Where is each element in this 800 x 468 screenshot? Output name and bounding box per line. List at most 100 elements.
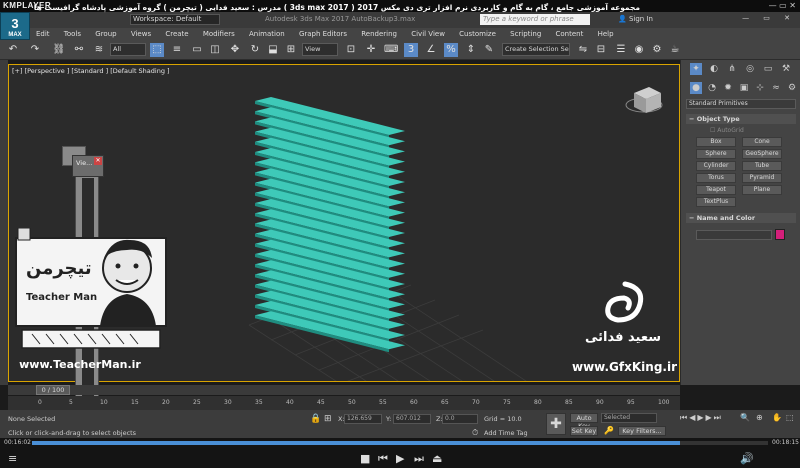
render-icon[interactable]: ☕ bbox=[668, 43, 682, 57]
viewport-label-menu[interactable]: [+] [Perspective ] [Standard ] [Default … bbox=[12, 67, 170, 75]
named-selection-sets-dropdown[interactable]: Create Selection Se bbox=[502, 43, 570, 56]
link-icon[interactable]: ⛓ bbox=[52, 43, 66, 57]
player-volume-icon[interactable]: 🔊 bbox=[740, 452, 754, 465]
menu-civil-view[interactable]: Civil View bbox=[405, 28, 451, 40]
layer-explorer-icon[interactable]: ☰ bbox=[614, 43, 628, 57]
create-tab-icon[interactable]: ✦ bbox=[690, 63, 702, 75]
select-by-name-icon[interactable]: ≡ bbox=[170, 43, 184, 57]
add-time-tag-button[interactable]: Add Time Tag bbox=[484, 429, 528, 437]
z-coordinate-field[interactable]: 0.0 bbox=[442, 414, 478, 424]
close-icon[interactable]: ✕ bbox=[94, 157, 102, 165]
cylinder-button[interactable]: Cylinder bbox=[696, 161, 736, 171]
auto-key-button[interactable]: Auto Key bbox=[570, 413, 598, 430]
scale-icon[interactable]: ⬓ bbox=[266, 43, 280, 57]
zoom-all-icon[interactable]: ⊕ bbox=[756, 413, 763, 422]
bind-space-warp-icon[interactable]: ≋ bbox=[92, 43, 106, 57]
time-slider-thumb[interactable]: 0 / 100 bbox=[36, 385, 70, 395]
pyramid-button[interactable]: Pyramid bbox=[742, 173, 782, 183]
reference-coord-dropdown[interactable]: View bbox=[302, 43, 338, 56]
playback-controls[interactable]: ⏮◀▶▶⏭ bbox=[680, 413, 723, 423]
y-coordinate-field[interactable]: 607.012 bbox=[393, 414, 431, 424]
sign-in-button[interactable]: 👤 Sign In bbox=[618, 15, 653, 23]
floating-view-window[interactable]: Vie... ✕ bbox=[72, 155, 104, 177]
select-object-icon[interactable]: ⬚ bbox=[150, 43, 164, 57]
snaps-toggle-icon[interactable]: 3 bbox=[404, 43, 418, 57]
move-icon[interactable]: ✥ bbox=[228, 43, 242, 57]
geometry-icon[interactable]: ● bbox=[690, 82, 702, 94]
app-window-controls[interactable]: — ▭ ✕ bbox=[742, 14, 796, 22]
display-tab-icon[interactable]: ▭ bbox=[762, 63, 774, 75]
space-warps-icon[interactable]: ≈ bbox=[770, 82, 782, 94]
x-coordinate-field[interactable]: 126.659 bbox=[344, 414, 382, 424]
object-color-swatch[interactable] bbox=[775, 229, 785, 240]
menu-animation[interactable]: Animation bbox=[243, 28, 291, 40]
menu-customize[interactable]: Customize bbox=[453, 28, 502, 40]
keyboard-shortcut-icon[interactable]: ⌨ bbox=[384, 43, 398, 57]
undo-icon[interactable]: ↶ bbox=[6, 43, 20, 57]
set-key-button[interactable]: Set Key bbox=[570, 426, 598, 436]
rotate-icon[interactable]: ↻ bbox=[248, 43, 262, 57]
place-icon[interactable]: ⊞ bbox=[284, 43, 298, 57]
max-app-button[interactable]: 3 MAX bbox=[0, 12, 30, 40]
menu-modifiers[interactable]: Modifiers bbox=[197, 28, 241, 40]
select-manipulate-icon[interactable]: ✛ bbox=[364, 43, 378, 57]
player-prev-icon[interactable]: ⏮ bbox=[378, 452, 388, 466]
modify-tab-icon[interactable]: ◐ bbox=[708, 63, 720, 75]
helpers-icon[interactable]: ⊹ bbox=[754, 82, 766, 94]
lock-selection-icon[interactable]: 🔒 bbox=[310, 414, 321, 424]
menu-group[interactable]: Group bbox=[89, 28, 122, 40]
spinner-snap-icon[interactable]: ⇕ bbox=[464, 43, 478, 57]
menu-content[interactable]: Content bbox=[550, 28, 590, 40]
hierarchy-tab-icon[interactable]: ⋔ bbox=[726, 63, 738, 75]
player-menu-icon[interactable]: ≡ bbox=[8, 452, 17, 465]
zoom-icon[interactable]: 🔍 bbox=[740, 413, 750, 422]
category-dropdown[interactable]: Standard Primitives bbox=[686, 99, 796, 109]
workspace-dropdown[interactable]: Workspace: Default bbox=[130, 14, 220, 25]
menu-views[interactable]: Views bbox=[125, 28, 157, 40]
rect-region-icon[interactable]: ▭ bbox=[190, 43, 204, 57]
angle-snap-icon[interactable]: ∠ bbox=[424, 43, 438, 57]
edit-named-sets-icon[interactable]: ✎ bbox=[482, 43, 496, 57]
key-icon[interactable]: 🔑 bbox=[604, 426, 614, 435]
key-filters-button[interactable]: Key Filters... bbox=[618, 426, 666, 436]
time-slider-track[interactable] bbox=[8, 385, 680, 395]
name-color-rollout[interactable]: − Name and Color bbox=[686, 213, 796, 223]
systems-icon[interactable]: ⚙ bbox=[786, 82, 798, 94]
viewcube-icon[interactable] bbox=[625, 87, 663, 113]
maximize-viewport-icon[interactable]: ⬚ bbox=[786, 413, 794, 422]
utilities-tab-icon[interactable]: ⚒ bbox=[780, 63, 792, 75]
menu-help[interactable]: Help bbox=[592, 28, 620, 40]
menu-scripting[interactable]: Scripting bbox=[504, 28, 547, 40]
player-next-icon[interactable]: ⏭ bbox=[414, 452, 424, 466]
redo-icon[interactable]: ↷ bbox=[28, 43, 42, 57]
transform-mode-icon[interactable]: ⊞ bbox=[324, 414, 332, 424]
orbit-icon[interactable]: ✋ bbox=[772, 413, 782, 422]
menu-tools[interactable]: Tools bbox=[58, 28, 87, 40]
box-button[interactable]: Box bbox=[696, 137, 736, 147]
lights-icon[interactable]: ✹ bbox=[722, 82, 734, 94]
menu-create[interactable]: Create bbox=[159, 28, 194, 40]
object-type-rollout[interactable]: − Object Type bbox=[686, 114, 796, 124]
object-name-input[interactable] bbox=[696, 230, 772, 240]
teapot-button[interactable]: Teapot bbox=[696, 185, 736, 195]
plane-button[interactable]: Plane bbox=[742, 185, 782, 195]
key-mode-icon[interactable]: ✚ bbox=[546, 413, 566, 435]
time-tag-icon[interactable]: ⏱ bbox=[472, 428, 478, 438]
textplus-button[interactable]: TextPlus bbox=[696, 197, 736, 207]
motion-tab-icon[interactable]: ◎ bbox=[744, 63, 756, 75]
selection-filter-dropdown[interactable]: All bbox=[110, 43, 146, 56]
mirror-icon[interactable]: ⇋ bbox=[576, 43, 590, 57]
percent-snap-icon[interactable]: % bbox=[444, 43, 458, 57]
player-eject-icon[interactable]: ⏏ bbox=[432, 452, 442, 465]
cameras-icon[interactable]: ▣ bbox=[738, 82, 750, 94]
render-setup-icon[interactable]: ⚙ bbox=[650, 43, 664, 57]
player-play-icon[interactable]: ▶ bbox=[396, 452, 404, 465]
track-bar[interactable]: 0 5 10 15 20 25 30 35 40 45 50 55 60 65 70 75 80 85 90 95 10… bbox=[8, 396, 680, 410]
torus-button[interactable]: Torus bbox=[696, 173, 736, 183]
window-crossing-icon[interactable]: ◫ bbox=[208, 43, 222, 57]
cone-button[interactable]: Cone bbox=[742, 137, 782, 147]
pivot-icon[interactable]: ⊡ bbox=[344, 43, 358, 57]
autogrid-checkbox[interactable]: ☐ AutoGrid bbox=[710, 127, 744, 134]
search-input[interactable]: Type a keyword or phrase bbox=[480, 14, 590, 25]
key-set-dropdown[interactable]: Selected bbox=[601, 413, 657, 423]
